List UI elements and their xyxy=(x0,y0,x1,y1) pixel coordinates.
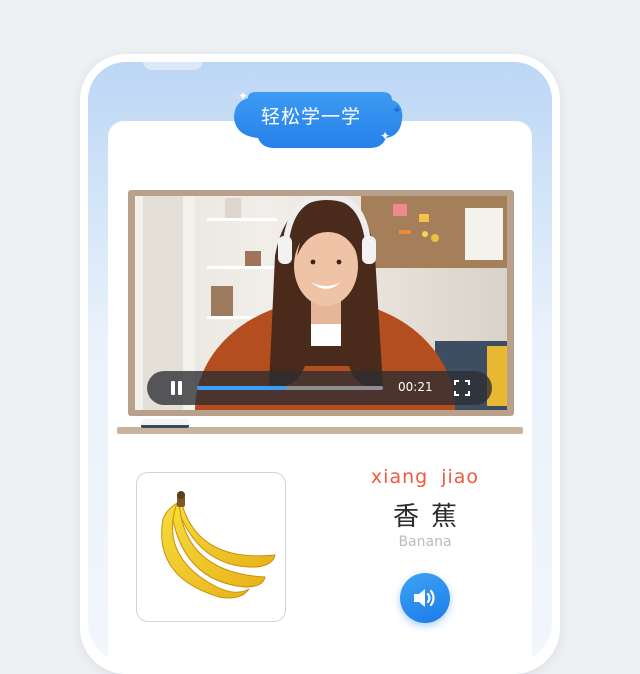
progress-fill xyxy=(197,386,287,390)
video-controls: 00:21 xyxy=(147,371,492,405)
fruit-image xyxy=(136,472,286,622)
progress-bar[interactable] xyxy=(197,386,383,390)
video-time: 00:21 xyxy=(398,380,433,394)
sparkle-icon: ✦ xyxy=(238,89,249,103)
sparkle-icon: ✦ xyxy=(392,103,403,117)
word-pinyin: xiang jiao xyxy=(370,466,480,488)
page-title: 轻松学一学 xyxy=(260,106,361,128)
play-audio-button[interactable] xyxy=(400,573,450,623)
word-hanzi: 香蕉 xyxy=(392,502,469,532)
sparkle-icon: ✦ xyxy=(380,129,391,143)
speaker-icon xyxy=(414,589,435,607)
title-badge: 轻松学一学 ✦ ✦ ✦ xyxy=(232,90,408,152)
decorative-cloud xyxy=(143,62,203,70)
board-shelf xyxy=(117,427,523,434)
pause-icon[interactable] xyxy=(171,381,183,395)
board-eraser xyxy=(141,419,189,428)
fullscreen-icon[interactable] xyxy=(454,380,470,396)
word-english: Banana xyxy=(398,534,452,550)
banana-picture xyxy=(161,491,276,599)
